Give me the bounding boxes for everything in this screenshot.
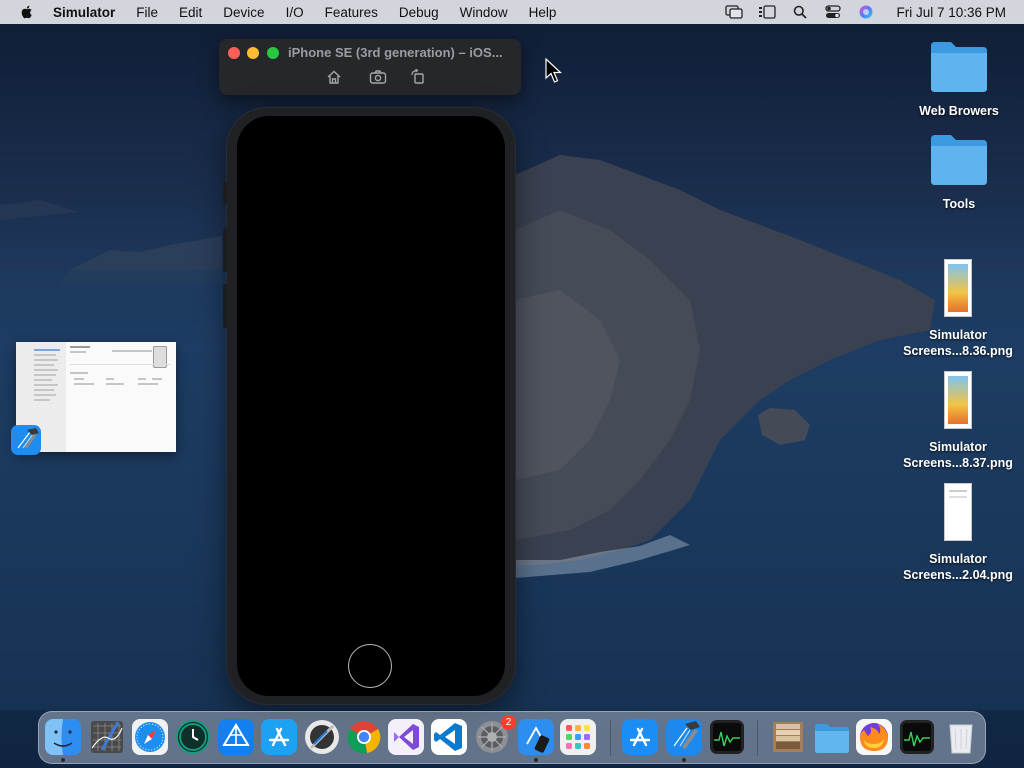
iphone-home-button[interactable] <box>348 644 392 688</box>
testflight-icon[interactable] <box>217 718 255 756</box>
window-close-button[interactable] <box>228 47 240 59</box>
png-file-icon <box>944 259 972 317</box>
png-file-icon <box>944 483 972 541</box>
finder-icon[interactable] <box>44 718 82 756</box>
spotlight-search-icon[interactable] <box>791 4 809 20</box>
grapher-icon[interactable] <box>88 718 126 756</box>
desktop-folder-web-browsers[interactable]: Web Browers <box>899 38 1019 122</box>
app-store-2-icon[interactable] <box>621 718 659 756</box>
desktop-item-label: Simulator Screens...8.36.png <box>903 328 1013 358</box>
folder-icon <box>931 135 987 185</box>
screen-mirroring-icon[interactable] <box>725 4 744 20</box>
desktop-item-label: Web Browers <box>919 104 999 118</box>
simulator-window-toolbar: iPhone SE (3rd generation) – iOS... <box>219 39 521 95</box>
trash-icon[interactable] <box>942 718 980 756</box>
apple-menu-icon[interactable] <box>19 4 35 20</box>
volume-up-button <box>223 228 227 272</box>
siri-icon[interactable] <box>857 4 875 20</box>
desktop-folder-tools[interactable]: Tools <box>899 131 1019 215</box>
instruments-icon[interactable] <box>303 718 341 756</box>
menu-app-simulator[interactable]: Simulator <box>53 5 115 20</box>
rotate-icon[interactable] <box>409 68 427 85</box>
firefox-icon[interactable] <box>855 718 893 756</box>
volume-down-button <box>223 284 227 328</box>
png-file-icon <box>944 371 972 429</box>
time-machine-icon[interactable] <box>174 718 212 756</box>
menu-device[interactable]: Device <box>223 5 264 20</box>
activity-monitor-icon[interactable] <box>708 718 746 756</box>
simulator-window-title: iPhone SE (3rd generation) – iOS... <box>288 45 503 60</box>
desktop-item-label: Simulator Screens...8.37.png <box>903 440 1013 470</box>
screenshot-icon[interactable] <box>369 69 387 85</box>
menu-file[interactable]: File <box>136 5 158 20</box>
xcode-running-indicator <box>682 758 686 762</box>
iphone-screen[interactable] <box>237 116 505 696</box>
xcode-icon[interactable] <box>665 718 703 756</box>
desktop-file-screenshot-3[interactable]: Simulator Screens...2.04.png <box>898 483 1018 583</box>
safari-icon[interactable] <box>131 718 169 756</box>
vscode-icon[interactable] <box>430 718 468 756</box>
xcode-app-icon[interactable] <box>10 424 42 456</box>
launchpad-icon[interactable] <box>559 718 597 756</box>
window-zoom-button[interactable] <box>267 47 279 59</box>
activity-monitor-2-icon[interactable] <box>898 718 936 756</box>
menu-io[interactable]: I/O <box>286 5 304 20</box>
menu-edit[interactable]: Edit <box>179 5 202 20</box>
desktop-file-screenshot-1[interactable]: Simulator Screens...8.36.png <box>898 259 1018 359</box>
iphone-device-frame <box>223 108 515 704</box>
menu-help[interactable]: Help <box>529 5 557 20</box>
window-minimize-button[interactable] <box>247 47 259 59</box>
desktop-file-screenshot-2[interactable]: Simulator Screens...8.37.png <box>898 371 1018 471</box>
control-center-icon[interactable] <box>824 4 842 20</box>
visual-studio-icon[interactable] <box>387 718 425 756</box>
menubar-clock[interactable]: Fri Jul 7 10:36 PM <box>896 5 1006 20</box>
menu-window[interactable]: Window <box>460 5 508 20</box>
dock-separator <box>610 720 611 756</box>
mouse-cursor-icon <box>545 58 563 83</box>
finder-running-indicator <box>61 758 65 762</box>
menu-bar: Simulator File Edit Device I/O Features … <box>0 0 1024 24</box>
dock-separator <box>757 720 758 756</box>
silent-switch <box>223 182 227 204</box>
archive-utility-icon[interactable] <box>769 718 807 756</box>
desktop-item-label: Simulator Screens...2.04.png <box>903 552 1013 582</box>
menu-features[interactable]: Features <box>325 5 378 20</box>
simulator-icon[interactable] <box>517 718 555 756</box>
simulator-running-indicator <box>534 758 538 762</box>
folder-icon <box>931 42 987 92</box>
desktop-item-label: Tools <box>942 197 976 211</box>
menu-extras: Fri Jul 7 10:36 PM <box>725 0 1024 24</box>
chrome-icon[interactable] <box>345 718 383 756</box>
system-preferences-icon[interactable]: 2 <box>473 715 516 756</box>
menu-debug[interactable]: Debug <box>399 5 439 20</box>
app-store-icon[interactable] <box>260 718 298 756</box>
folder-icon[interactable] <box>813 718 851 756</box>
stage-manager-icon[interactable] <box>758 4 777 20</box>
dock: 2 <box>38 711 986 764</box>
home-button-icon[interactable] <box>325 69 343 85</box>
notification-badge: 2 <box>501 715 516 730</box>
